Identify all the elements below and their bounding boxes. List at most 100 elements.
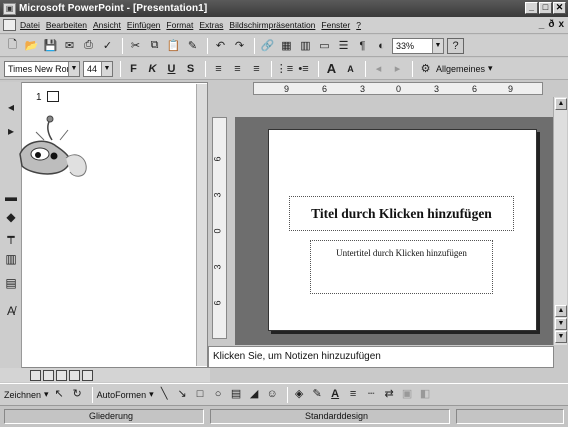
next-slide-icon[interactable]: ▼ <box>555 318 567 330</box>
demote-icon[interactable]: ▸ <box>389 61 406 77</box>
clipart-icon[interactable]: ☺ <box>265 387 280 402</box>
fill-color-icon[interactable]: ◈ <box>292 387 307 402</box>
menu-extras[interactable]: Extras <box>199 20 223 30</box>
grow-font-button[interactable]: A <box>323 61 340 77</box>
zoom-select[interactable]: 33% ▼ <box>392 37 444 54</box>
grayscale-icon[interactable]: ◐ <box>373 38 390 54</box>
shadow-button[interactable]: S <box>182 61 199 77</box>
open-icon[interactable]: 📂 <box>23 38 40 54</box>
doc-close-button[interactable]: x <box>558 19 564 30</box>
shadow-style-icon[interactable]: ▣ <box>400 387 415 402</box>
copy-icon[interactable]: ⧉ <box>146 38 163 54</box>
hyperlink-icon[interactable]: 🔗 <box>259 38 276 54</box>
menu-bildschirmpraesentation[interactable]: Bildschirmpräsentation <box>229 20 315 30</box>
tasks-icon[interactable]: ⚙ <box>417 61 434 77</box>
redo-icon[interactable]: ↷ <box>231 38 248 54</box>
menu-bearbeiten[interactable]: Bearbeiten <box>46 20 87 30</box>
slide-sorter-view-icon[interactable] <box>69 369 80 381</box>
line-color-icon[interactable]: ✎ <box>310 387 325 402</box>
format-painter-icon[interactable]: ✎ <box>184 38 201 54</box>
font-select[interactable]: Times New Roman ▼ <box>4 60 80 77</box>
promote-icon[interactable]: ◂ <box>370 61 387 77</box>
3d-style-icon[interactable]: ◧ <box>418 387 433 402</box>
new-icon[interactable]: 🗋 <box>4 38 21 54</box>
bullets-icon[interactable]: •≡ <box>295 61 312 77</box>
slide-view-icon[interactable] <box>56 369 67 381</box>
arrow-style-icon[interactable]: ⇄ <box>382 387 397 402</box>
tasks-label[interactable]: Allgemeines <box>436 64 485 74</box>
minimize-button[interactable]: _ <box>525 2 538 14</box>
outline-view-icon[interactable] <box>43 369 54 381</box>
chevron-down-icon[interactable]: ▾ <box>44 389 49 400</box>
undo-icon[interactable]: ↶ <box>212 38 229 54</box>
chevron-down-icon[interactable]: ▼ <box>68 61 79 76</box>
menu-fenster[interactable]: Fenster <box>321 20 350 30</box>
normal-view-icon[interactable] <box>30 369 41 381</box>
underline-button[interactable]: U <box>163 61 180 77</box>
close-button[interactable]: ✕ <box>553 2 566 14</box>
textbox-icon[interactable]: ▤ <box>229 387 244 402</box>
free-rotate-icon[interactable]: ↻ <box>70 387 85 402</box>
powerpoint-icon[interactable]: ▣ <box>3 2 16 15</box>
horizontal-ruler[interactable]: 9 6 3 0 3 6 9 <box>253 82 543 95</box>
expand-icon[interactable]: ▥ <box>4 252 18 266</box>
chevron-down-icon[interactable]: ▼ <box>101 61 112 76</box>
move-down-icon[interactable]: ◆ <box>4 210 18 224</box>
new-slide-icon[interactable]: ▭ <box>316 38 333 54</box>
slide-icon[interactable] <box>47 91 59 102</box>
menu-ansicht[interactable]: Ansicht <box>93 20 121 30</box>
show-formatting-icon[interactable]: A̸ <box>4 304 18 318</box>
help-button[interactable]: ? <box>447 37 464 54</box>
align-left-icon[interactable]: ≡ <box>210 61 227 77</box>
menu-format[interactable]: Format <box>166 20 193 30</box>
show-formatting-icon[interactable]: ¶ <box>354 38 371 54</box>
previous-slide-icon[interactable]: ▲ <box>555 305 567 317</box>
outline-scrollbar[interactable] <box>196 84 207 366</box>
oval-icon[interactable]: ○ <box>211 387 226 402</box>
maximize-button[interactable]: □ <box>539 2 552 14</box>
collapse-icon[interactable]: ┯ <box>4 230 18 244</box>
dash-style-icon[interactable]: ┄ <box>364 387 379 402</box>
doc-restore-button[interactable]: ð <box>548 19 554 30</box>
insert-chart-icon[interactable]: ▥ <box>297 38 314 54</box>
print-icon[interactable]: ⎙ <box>80 38 97 54</box>
rectangle-icon[interactable]: □ <box>193 387 208 402</box>
arrow-icon[interactable]: ↘ <box>175 387 190 402</box>
numbering-icon[interactable]: ⋮≡ <box>276 61 293 77</box>
line-icon[interactable]: ╲ <box>157 387 172 402</box>
slideshow-view-icon[interactable] <box>82 369 93 381</box>
menu-help[interactable]: ? <box>356 20 361 30</box>
autoshapes-menu[interactable]: AutoFormen <box>97 390 147 400</box>
scroll-up-icon[interactable]: ▲ <box>555 98 567 110</box>
vertical-scrollbar[interactable]: ▲ ▲ ▼ ▼ <box>553 97 567 345</box>
chevron-down-icon[interactable]: ▾ <box>149 389 154 400</box>
insert-table-icon[interactable]: ▦ <box>278 38 295 54</box>
move-up-icon[interactable]: ▬ <box>4 190 18 204</box>
spellcheck-icon[interactable]: ✓ <box>99 38 116 54</box>
scroll-down-icon[interactable]: ▼ <box>555 331 567 343</box>
subtitle-placeholder[interactable]: Untertitel durch Klicken hinzufügen <box>310 240 493 294</box>
save-icon[interactable]: 💾 <box>42 38 59 54</box>
paste-icon[interactable]: 📋 <box>165 38 182 54</box>
doc-minimize-button[interactable]: _ <box>539 19 545 30</box>
font-color-icon[interactable]: A <box>328 387 343 402</box>
title-placeholder[interactable]: Titel durch Klicken hinzufügen <box>289 196 514 231</box>
notes-pane[interactable]: Klicken Sie, um Notizen hinzuzufügen <box>208 346 554 368</box>
italic-button[interactable]: K <box>144 61 161 77</box>
select-arrow-icon[interactable]: ↖ <box>52 387 67 402</box>
document-icon[interactable] <box>3 19 16 31</box>
chevron-down-icon[interactable]: ▼ <box>432 38 443 53</box>
menu-datei[interactable]: Datei <box>20 20 40 30</box>
align-right-icon[interactable]: ≡ <box>248 61 265 77</box>
line-style-icon[interactable]: ≡ <box>346 387 361 402</box>
chevron-down-icon[interactable]: ▾ <box>488 63 493 74</box>
menu-einfuegen[interactable]: Einfügen <box>127 20 161 30</box>
font-size-select[interactable]: 44 ▼ <box>83 60 113 77</box>
shrink-font-button[interactable]: A <box>342 61 359 77</box>
office-assistant-clipart[interactable] <box>16 110 94 184</box>
bold-button[interactable]: F <box>125 61 142 77</box>
expand-all-icon[interactable]: ☰ <box>335 38 352 54</box>
vertical-ruler[interactable]: 6 3 0 3 6 <box>212 117 227 339</box>
draw-menu[interactable]: Zeichnen <box>4 390 41 400</box>
align-center-icon[interactable]: ≡ <box>229 61 246 77</box>
